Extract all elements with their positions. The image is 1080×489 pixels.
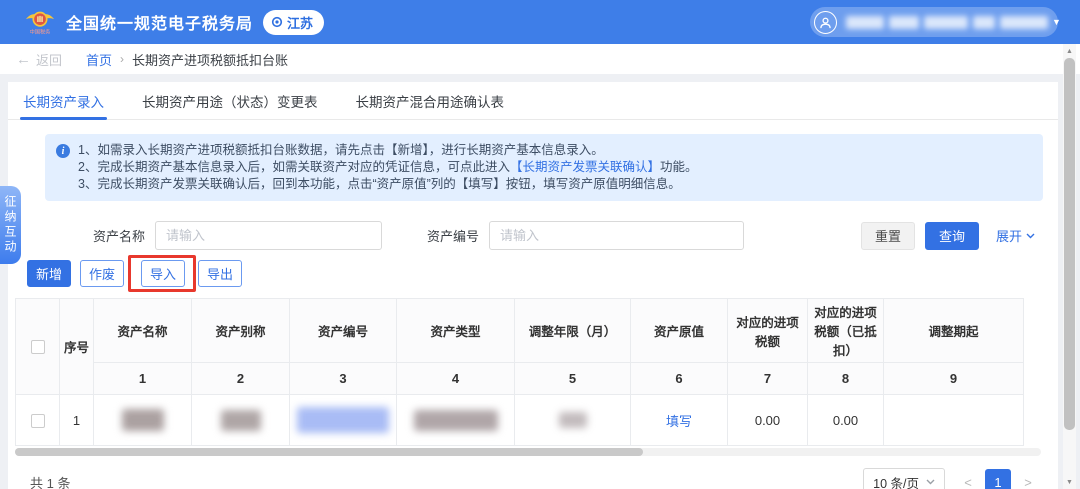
col-index-1: 1 bbox=[93, 362, 192, 395]
void-button[interactable]: 作废 bbox=[80, 260, 125, 287]
row-asset-alias-redacted bbox=[191, 394, 290, 446]
top-bar: 中国税务 全国统一规范电子税务局 江苏 ▼ bbox=[0, 0, 1080, 44]
select-all-checkbox[interactable] bbox=[30, 339, 45, 354]
scroll-up-icon[interactable]: ▲ bbox=[1063, 44, 1076, 58]
current-page-button[interactable]: 1 bbox=[985, 469, 1011, 489]
scroll-down-icon[interactable]: ▼ bbox=[1063, 475, 1076, 489]
action-toolbar: 新增 作废 导入 导出 bbox=[8, 255, 1058, 292]
col-asset-name: 资产名称 bbox=[93, 298, 192, 363]
table-horizontal-scrollbar[interactable] bbox=[15, 448, 1041, 456]
vertical-scrollbar-thumb[interactable] bbox=[1064, 58, 1075, 430]
tab-asset-entry[interactable]: 长期资产录入 bbox=[20, 82, 107, 120]
reset-button[interactable]: 重置 bbox=[860, 221, 915, 250]
main-panel: 长期资产录入 长期资产用途（状态）变更表 长期资产混合用途确认表 i 1、如需录… bbox=[8, 82, 1058, 489]
region-badge[interactable]: 江苏 bbox=[263, 9, 325, 35]
notice-box: i 1、如需录入长期资产进项税额抵扣台账数据，请先点击【新增】，进行长期资产基本… bbox=[45, 134, 1043, 201]
col-asset-type: 资产类型 bbox=[396, 298, 515, 363]
col-adjust-years: 调整年限（月） bbox=[514, 298, 631, 363]
user-name-redacted bbox=[846, 15, 1048, 29]
chevron-down-icon bbox=[926, 479, 935, 485]
window-vertical-scrollbar[interactable]: ▲ ▼ bbox=[1063, 44, 1076, 489]
row-seq: 1 bbox=[59, 394, 94, 446]
caret-down-icon: ▼ bbox=[1052, 17, 1061, 27]
search-form: 资产名称 资产编号 重置 查询 展开 bbox=[8, 221, 1058, 250]
breadcrumb-separator: › bbox=[120, 52, 125, 66]
row-checkbox[interactable] bbox=[30, 413, 45, 428]
col-seq: 序号 bbox=[59, 298, 94, 395]
horizontal-scrollbar-thumb[interactable] bbox=[15, 448, 643, 456]
row-select-cell bbox=[15, 394, 60, 446]
tab-usage-change[interactable]: 长期资产用途（状态）变更表 bbox=[142, 82, 318, 119]
info-icon: i bbox=[56, 144, 70, 158]
notice-line-3: 3、完成长期资产发票关联确认后，回到本功能，点击“资产原值”列的【填写】按钮，填… bbox=[78, 177, 681, 191]
asset-name-label: 资产名称 bbox=[93, 229, 146, 244]
row-adjust-years-redacted bbox=[514, 394, 631, 446]
location-pin-icon bbox=[271, 16, 283, 28]
row-asset-name-redacted bbox=[93, 394, 192, 446]
row-adjust-start bbox=[883, 394, 1024, 446]
add-button[interactable]: 新增 bbox=[27, 260, 72, 287]
row-input-tax-deducted: 0.00 bbox=[807, 394, 884, 446]
col-index-7: 7 bbox=[727, 362, 808, 395]
col-index-6: 6 bbox=[630, 362, 728, 395]
user-menu[interactable]: ▼ bbox=[810, 7, 1061, 37]
tab-bar: 长期资产录入 长期资产用途（状态）变更表 长期资产混合用途确认表 bbox=[8, 82, 1058, 120]
asset-name-input[interactable] bbox=[155, 221, 383, 250]
table-footer: 共 1 条 10 条/页 < 1 > bbox=[30, 468, 1035, 489]
col-index-4: 4 bbox=[396, 362, 515, 395]
row-asset-value-cell: 填写 bbox=[630, 394, 728, 446]
back-button[interactable]: 返回 bbox=[36, 50, 62, 69]
asset-table: 序号 资产名称 资产别称 资产编号 资产类型 调整年限（月） 资产原值 对应的进… bbox=[15, 298, 1024, 446]
col-index-9: 9 bbox=[883, 362, 1024, 395]
asset-code-label: 资产编号 bbox=[427, 229, 480, 244]
col-asset-value: 资产原值 bbox=[630, 298, 728, 363]
user-avatar-icon bbox=[814, 10, 837, 34]
pagination: 10 条/页 < 1 > bbox=[863, 468, 1035, 489]
breadcrumb-home[interactable]: 首页 bbox=[86, 50, 112, 69]
invoice-confirm-link[interactable]: 【长期资产发票关联确认】 bbox=[510, 160, 660, 174]
notice-line-2: 2、完成长期资产基本信息录入后，如需关联资产对应的凭证信息，可点此进入【长期资产… bbox=[78, 160, 698, 174]
select-all-cell bbox=[15, 298, 60, 395]
asset-code-input[interactable] bbox=[489, 221, 745, 250]
col-index-2: 2 bbox=[191, 362, 290, 395]
breadcrumb: ← 返回 首页 › 长期资产进项税额抵扣台账 bbox=[0, 44, 1080, 74]
row-asset-type-redacted bbox=[396, 394, 515, 446]
col-input-tax-deducted: 对应的进项税额（已抵扣） bbox=[807, 298, 884, 363]
col-index-5: 5 bbox=[514, 362, 631, 395]
col-input-tax: 对应的进项税额 bbox=[727, 298, 808, 363]
import-button[interactable]: 导入 bbox=[141, 260, 186, 287]
interaction-side-tab-label: 征纳互动 bbox=[3, 195, 17, 255]
page-size-select[interactable]: 10 条/页 bbox=[863, 468, 945, 489]
row-asset-code-redacted bbox=[289, 394, 397, 446]
interaction-side-tab[interactable]: 征纳互动 bbox=[0, 186, 21, 264]
col-index-3: 3 bbox=[289, 362, 397, 395]
col-asset-code: 资产编号 bbox=[289, 298, 397, 363]
col-adjust-start: 调整期起 bbox=[883, 298, 1024, 363]
next-page-button[interactable]: > bbox=[1021, 475, 1035, 489]
region-label: 江苏 bbox=[287, 15, 314, 31]
row-input-tax: 0.00 bbox=[727, 394, 808, 446]
total-count: 共 1 条 bbox=[30, 475, 71, 489]
col-index-8: 8 bbox=[807, 362, 884, 395]
tax-bureau-logo-icon: 中国税务 bbox=[24, 6, 56, 38]
app-title: 全国统一规范电子税务局 bbox=[66, 16, 254, 33]
prev-page-button[interactable]: < bbox=[961, 475, 975, 489]
table-row: 1 填写 0.00 0.00 bbox=[15, 394, 1024, 446]
col-asset-alias: 资产别称 bbox=[191, 298, 290, 363]
fill-link[interactable]: 填写 bbox=[666, 414, 692, 429]
tab-mixed-usage-confirm[interactable]: 长期资产混合用途确认表 bbox=[356, 82, 505, 119]
chevron-down-icon bbox=[1026, 233, 1035, 238]
export-button[interactable]: 导出 bbox=[198, 260, 243, 287]
notice-line-1: 1、如需录入长期资产进项税额抵扣台账数据，请先点击【新增】，进行长期资产基本信息… bbox=[78, 143, 604, 157]
svg-text:中国税务: 中国税务 bbox=[30, 27, 51, 35]
expand-toggle[interactable]: 展开 bbox=[996, 226, 1035, 245]
query-button[interactable]: 查询 bbox=[924, 221, 979, 250]
back-arrow-icon[interactable]: ← bbox=[16, 51, 31, 68]
breadcrumb-current: 长期资产进项税额抵扣台账 bbox=[132, 52, 289, 68]
